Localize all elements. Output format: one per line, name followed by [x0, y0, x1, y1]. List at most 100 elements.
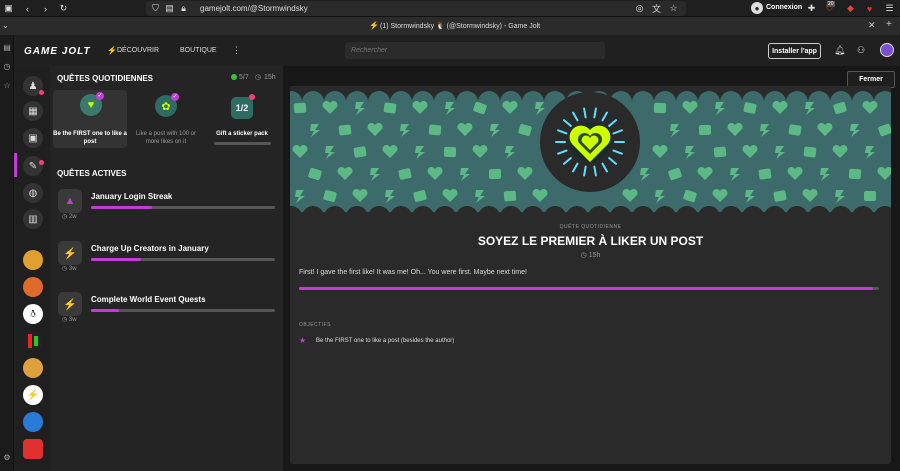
bookmark-icon[interactable]: ☆ — [668, 3, 679, 14]
banner-pattern-shape — [745, 190, 755, 203]
extension-icon[interactable]: ♥ — [864, 3, 875, 14]
site-header: GAME JOLT ⚡ DÉCOUVRIR BOUTIQUE ⋮ Install… — [14, 35, 900, 66]
friends-icon[interactable]: ⚇ — [857, 45, 865, 56]
banner-pattern-shape — [622, 188, 638, 202]
extension-icon[interactable]: ◆ — [845, 3, 856, 14]
daily-quest-card[interactable]: 1/2 Gift a sticker pack — [205, 90, 279, 148]
banner-pattern-shape — [310, 124, 320, 137]
daily-quest-card[interactable]: ✿ ✓ Like a post with 100 or more likes o… — [129, 90, 203, 148]
settings-icon[interactable]: ⚙ — [2, 453, 12, 463]
tab-bar: ⌄ ⚡ (1) Stormwindsky 🐧 (@Stormwindsky) -… — [0, 17, 900, 35]
banner-pattern-shape — [353, 146, 367, 158]
forward-icon[interactable]: › — [40, 3, 51, 14]
active-quest[interactable]: ▲ January Login Streak ◷ 2w — [58, 187, 278, 231]
quest-title: Charge Up Creators in January — [91, 244, 209, 253]
bookmarks-icon[interactable]: ☆ — [2, 81, 12, 91]
quest-kicker: QUÊTE QUOTIDIENNE — [559, 224, 622, 230]
shop-icon[interactable]: ▦ — [23, 101, 43, 121]
menu-icon[interactable]: ☰ — [884, 3, 895, 14]
account-label[interactable]: Connexion — [766, 4, 802, 11]
privacy-icon[interactable]: ◎ — [634, 3, 645, 14]
banner-pattern-shape — [385, 190, 395, 203]
page-icon[interactable]: ▤ — [164, 3, 175, 14]
banner-pattern-shape — [293, 102, 307, 114]
address-bar[interactable]: ⛉ ▤ 🔒︎ gamejolt.com/@Stormwindsky ◎ 文 ☆ — [146, 1, 686, 16]
linux-community-icon[interactable]: 🐧︎ — [23, 304, 43, 324]
extensions-icon[interactable]: ✚ — [806, 3, 817, 14]
files-icon[interactable]: ▤ — [2, 43, 12, 53]
banner-pattern-shape — [652, 144, 668, 158]
notifications-icon[interactable]: 🔔︎ — [834, 45, 845, 56]
daily-quest-card[interactable]: ♥ ✓ Be the FIRST one to like a post — [53, 90, 127, 148]
banner-pattern-shape — [518, 124, 532, 136]
chat-icon[interactable]: ◍ — [23, 183, 43, 203]
calendar-icon: ▲ — [58, 189, 82, 213]
nav-shop[interactable]: BOUTIQUE — [180, 47, 217, 54]
history-icon[interactable]: ◷ — [2, 62, 12, 72]
community-icon[interactable] — [23, 358, 43, 378]
nav-discover[interactable]: DÉCOUVRIR — [117, 47, 159, 54]
active-quest[interactable]: ⚡ Charge Up Creators in January ◷ 3w — [58, 239, 278, 283]
banner-pattern-shape — [292, 144, 308, 158]
banner-pattern-shape — [773, 190, 787, 202]
tab-list-icon[interactable]: ⌄ — [2, 21, 9, 30]
community-icon[interactable] — [23, 277, 43, 297]
quest-time: ◷ 15h — [580, 252, 601, 259]
banner-pattern — [290, 86, 891, 228]
extension-badge: 20 — [827, 1, 835, 7]
quest-progress-fill — [91, 309, 119, 312]
sidebar-toggle-icon[interactable]: ▣ — [3, 3, 14, 14]
objectives-heading: OBJECTIFS — [299, 322, 332, 328]
search-input[interactable] — [345, 42, 605, 59]
translate-icon[interactable]: 文 — [651, 3, 662, 14]
world-event-icon: ⚡ — [58, 292, 82, 316]
tab-title[interactable]: (1) Stormwindsky 🐧 (@Stormwindsky) - Gam… — [380, 22, 540, 30]
url-text: gamejolt.com/@Stormwindsky — [200, 4, 308, 13]
banner-pattern-shape — [400, 124, 410, 137]
shield-icon[interactable]: ⛉ — [150, 3, 161, 14]
banner-pattern-shape — [864, 191, 876, 201]
star-icon: ★ — [299, 336, 307, 345]
browser-toolbar: ▣ ‹ › ↻ ⛉ ▤ 🔒︎ gamejolt.com/@Stormwindsk… — [0, 0, 900, 17]
quest-modal: QUÊTE QUOTIDIENNE SOYEZ LE PREMIER À LIK… — [290, 86, 891, 464]
stickers-icon[interactable]: ✎ — [23, 156, 43, 176]
gamejolt-logo[interactable]: GAME JOLT — [24, 46, 91, 57]
user-avatar[interactable] — [880, 43, 894, 57]
banner-pattern-shape — [457, 122, 473, 136]
active-indicator — [14, 153, 17, 177]
banner-pattern-shape — [337, 166, 353, 180]
library-icon[interactable]: ▥ — [23, 209, 43, 229]
install-app-button[interactable]: Installer l'app — [768, 43, 821, 59]
charge-icon: ⚡ — [58, 241, 82, 265]
quest-time: ◷ 2w — [62, 214, 77, 220]
banner-pattern-shape — [832, 144, 848, 158]
banner-pattern-shape — [338, 124, 352, 136]
banner-pattern-shape — [865, 146, 875, 159]
banner-pattern-shape — [727, 122, 743, 136]
gamejolt-community-icon[interactable]: ⚡ — [23, 385, 43, 405]
banner-pattern-shape — [787, 166, 803, 180]
quest-time: ◷ 3w — [62, 266, 77, 272]
community-icon[interactable] — [23, 250, 43, 270]
notification-dot — [249, 94, 255, 100]
back-icon[interactable]: ‹ — [22, 3, 33, 14]
banner-pattern-shape — [398, 168, 412, 180]
community-icon[interactable] — [23, 412, 43, 432]
banner-pattern-shape — [653, 102, 667, 114]
daily-time: 15h — [264, 74, 276, 81]
roblox-community-icon[interactable] — [23, 439, 43, 459]
community-icon[interactable] — [23, 331, 43, 351]
banner-pattern-shape — [850, 124, 860, 137]
banner-pattern-shape — [505, 146, 515, 159]
reload-icon[interactable]: ↻ — [58, 3, 69, 14]
backpack-icon[interactable]: ▣ — [23, 128, 43, 148]
banner-pattern-shape — [670, 124, 680, 137]
daily-quest-label: Gift a sticker pack — [216, 131, 268, 137]
account-icon[interactable]: ● — [751, 2, 763, 14]
lock-icon[interactable]: 🔒︎ — [178, 3, 189, 14]
more-menu-icon[interactable]: ⋮ — [232, 45, 241, 56]
banner-pattern-shape — [383, 102, 397, 114]
close-tab-icon[interactable]: ✕ — [868, 20, 876, 31]
new-tab-icon[interactable]: + — [886, 19, 892, 30]
active-quest[interactable]: ⚡ Complete World Event Quests ◷ 3w — [58, 290, 278, 334]
